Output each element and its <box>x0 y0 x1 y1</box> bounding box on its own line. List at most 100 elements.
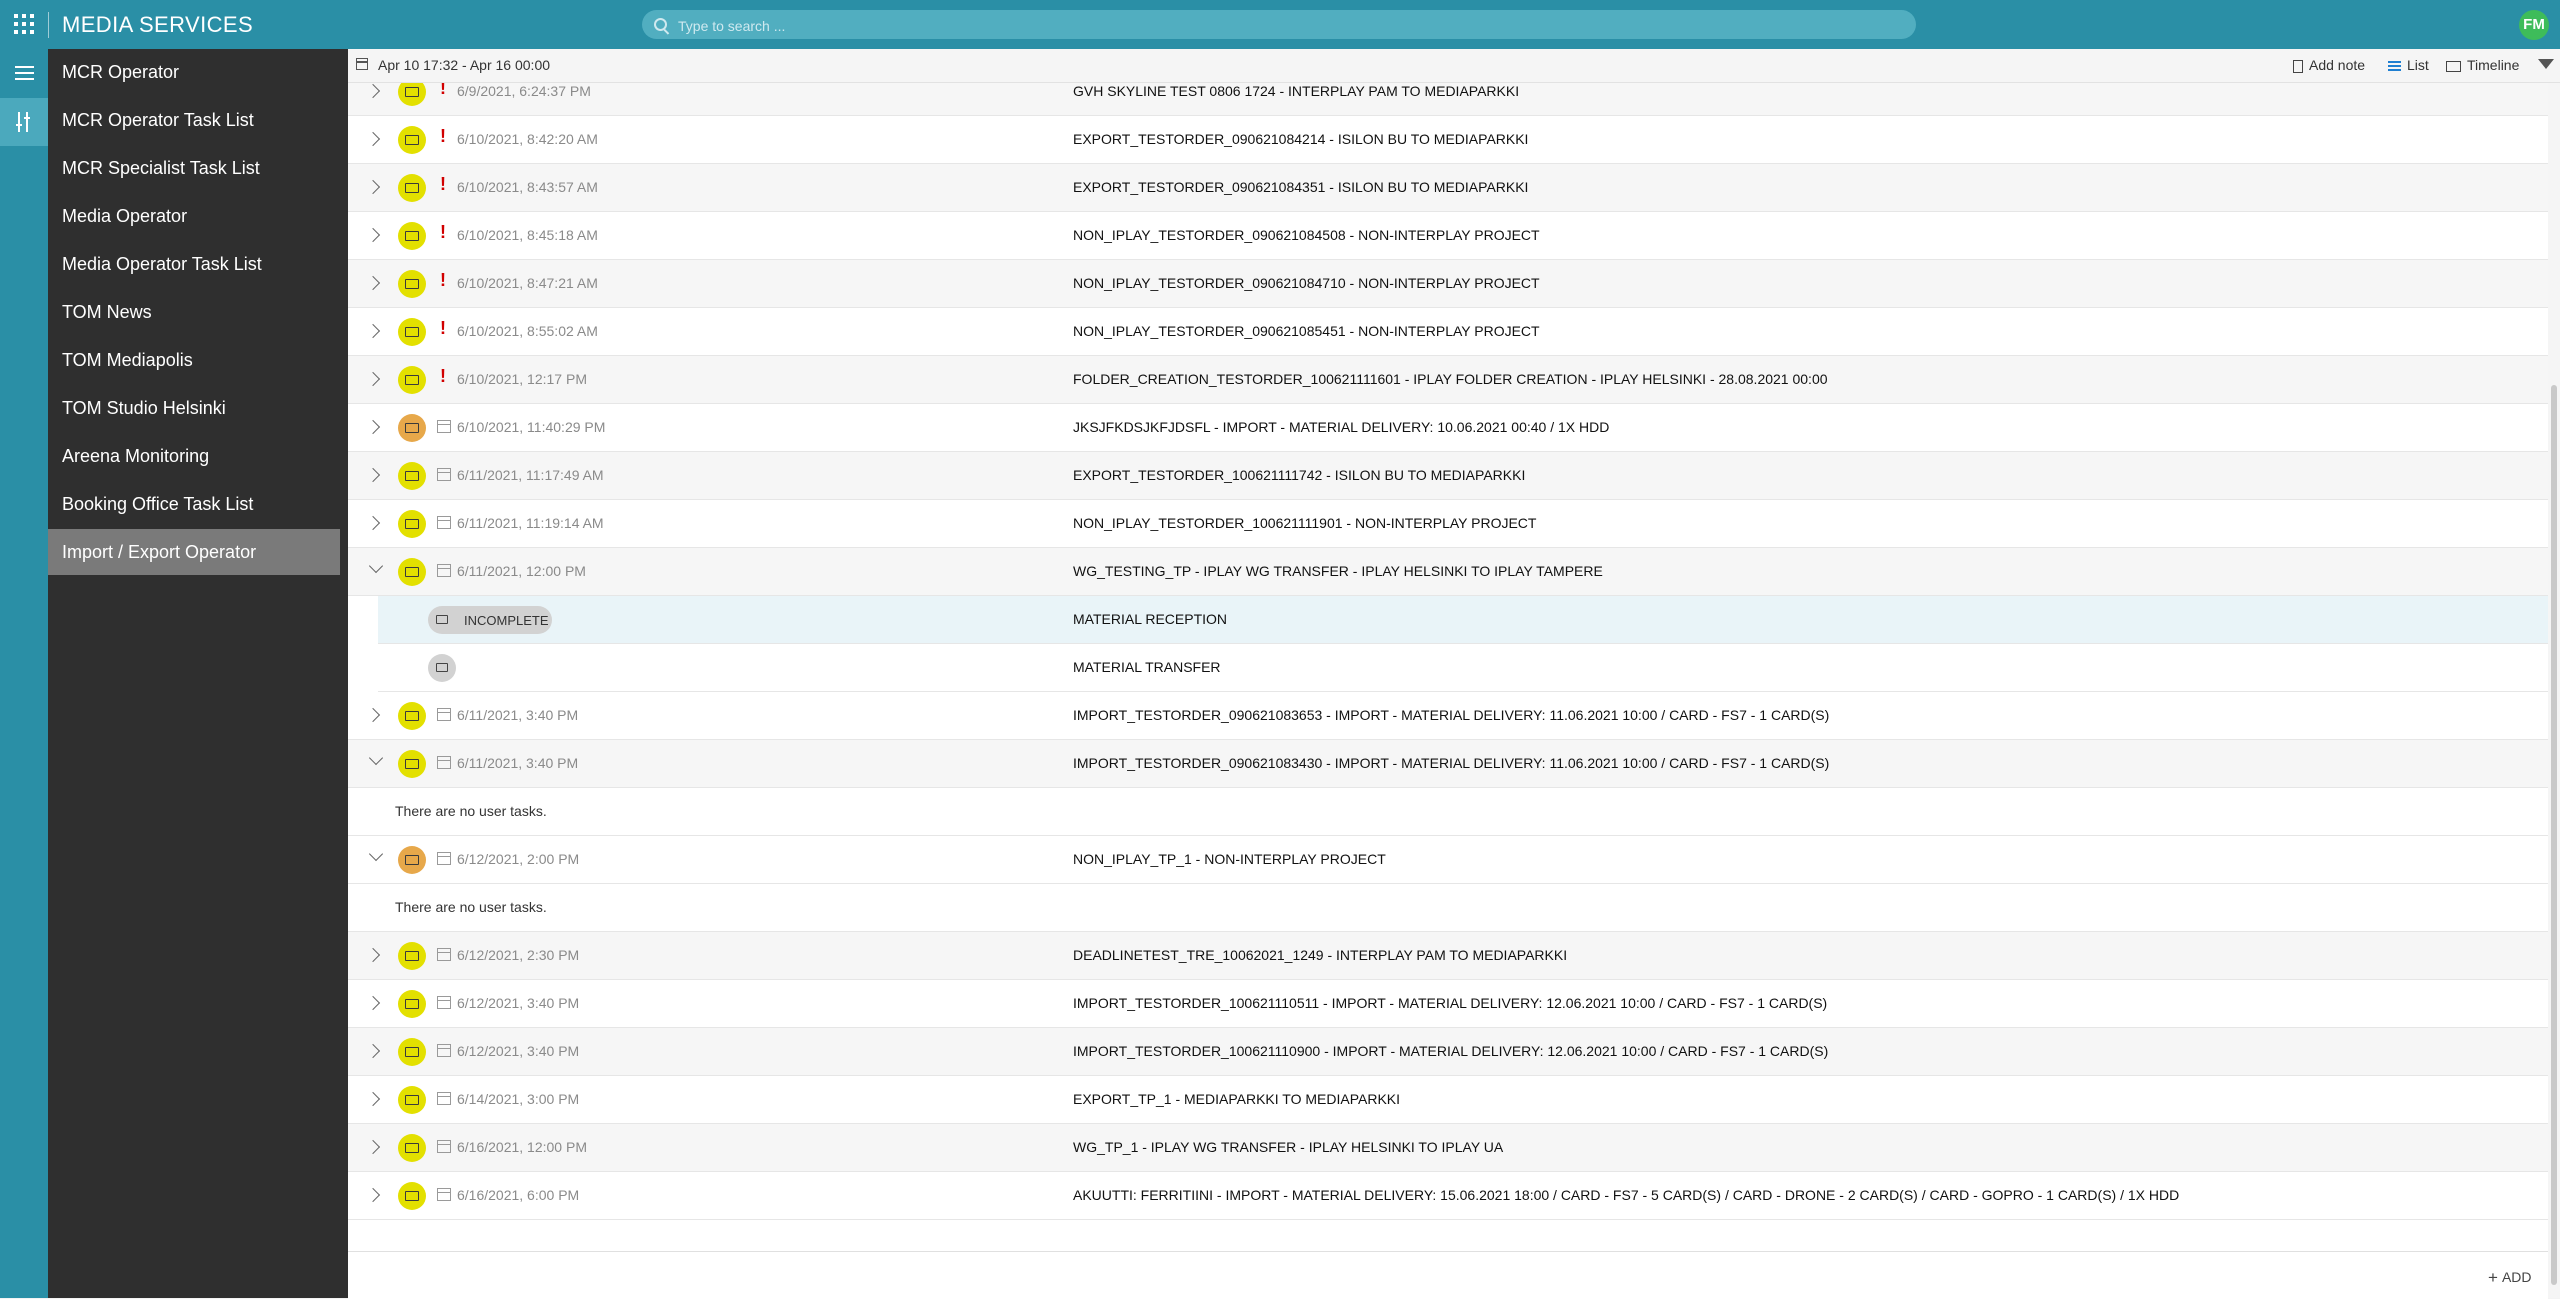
chevron-down-icon[interactable] <box>368 846 384 862</box>
sidebar-item[interactable]: Import / Export Operator <box>48 529 340 575</box>
chevron-right-icon[interactable] <box>365 371 381 387</box>
order-row[interactable]: 6/11/2021, 3:40 PM IMPORT_TESTORDER_09062… <box>348 692 2548 740</box>
chevron-right-icon[interactable] <box>365 419 381 435</box>
task-status-label: INCOMPLETE <box>464 613 549 628</box>
sidebar-item[interactable]: Media Operator Task List <box>48 241 340 287</box>
order-row[interactable]: 6/11/2021, 11:17:49 AM EXPORT_TESTORDER_1… <box>348 452 2548 500</box>
sidebar-item[interactable]: TOM Studio Helsinki <box>48 385 340 431</box>
sidebar-item[interactable]: TOM Mediapolis <box>48 337 340 383</box>
calendar-icon <box>437 996 451 1009</box>
sidebar-item[interactable]: Booking Office Task List <box>48 481 340 527</box>
chevron-right-icon[interactable] <box>365 707 381 723</box>
order-row[interactable]: ! 6/10/2021, 8:43:57 AM EXPORT_TESTORDER_0… <box>348 164 2548 212</box>
list-view-button[interactable]: List <box>2388 57 2429 73</box>
sidebar-item[interactable]: TOM News <box>48 289 340 335</box>
order-list: ! 6/9/2021, 6:24:37 PM GVH SKYLINE TEST 08… <box>348 83 2548 1298</box>
add-button[interactable]: + ADD <box>2488 1267 2532 1287</box>
order-row[interactable]: 6/12/2021, 3:40 PM IMPORT_TESTORDER_10062… <box>348 980 2548 1028</box>
task-status-badge[interactable]: INCOMPLETE <box>428 606 552 634</box>
alert-icon: ! <box>440 222 446 242</box>
chevron-right-icon[interactable] <box>365 323 381 339</box>
status-monitor-icon <box>398 318 426 346</box>
status-monitor-icon <box>398 222 426 250</box>
list-view-label: List <box>2407 57 2429 73</box>
chevron-down-icon[interactable] <box>368 558 384 574</box>
calendar-icon <box>437 1044 451 1057</box>
task-row[interactable]: INCOMPLETE MATERIAL RECEPTION <box>378 596 2548 644</box>
chevron-right-icon[interactable] <box>365 179 381 195</box>
order-date: 6/11/2021, 3:40 PM <box>457 755 579 771</box>
order-row[interactable]: 6/16/2021, 12:00 PM WG_TP_1 - IPLAY WG TR… <box>348 1124 2548 1172</box>
icon-rail <box>0 49 48 1298</box>
timeline-icon <box>2446 60 2461 72</box>
chevron-right-icon[interactable] <box>365 131 381 147</box>
order-row[interactable]: ! 6/10/2021, 12:17 PM FOLDER_CREATION_TEST… <box>348 356 2548 404</box>
chevron-right-icon[interactable] <box>365 1187 381 1203</box>
timeline-view-button[interactable]: Timeline <box>2446 57 2519 73</box>
operator-tools-button[interactable] <box>0 98 48 146</box>
order-date: 6/10/2021, 8:55:02 AM <box>457 323 598 339</box>
task-row[interactable]: MATERIAL TRANSFER <box>378 644 2548 692</box>
order-row[interactable]: ! 6/9/2021, 6:24:37 PM GVH SKYLINE TEST 08… <box>348 83 2548 116</box>
order-row[interactable]: 6/14/2021, 3:00 PM EXPORT_TP_1 - MEDIAPAR… <box>348 1076 2548 1124</box>
order-row[interactable]: 6/11/2021, 12:00 PM WG_TESTING_TP - IPLAY… <box>348 548 2548 596</box>
app-launcher-icon[interactable] <box>14 14 34 34</box>
sidebar-item[interactable]: Media Operator <box>48 193 340 239</box>
user-avatar[interactable]: FM <box>2519 10 2549 40</box>
chevron-right-icon[interactable] <box>365 227 381 243</box>
task-title: MATERIAL TRANSFER <box>1073 659 1221 675</box>
order-row[interactable]: 6/12/2021, 3:40 PM IMPORT_TESTORDER_10062… <box>348 1028 2548 1076</box>
calendar-range-icon[interactable] <box>356 58 368 70</box>
order-row[interactable]: 6/11/2021, 11:19:14 AM NON_IPLAY_TESTORDE… <box>348 500 2548 548</box>
add-note-button[interactable]: Add note <box>2293 57 2365 73</box>
chevron-right-icon[interactable] <box>365 1043 381 1059</box>
date-range-label[interactable]: Apr 10 17:32 - Apr 16 00:00 <box>378 57 550 73</box>
calendar-icon <box>437 516 451 529</box>
sidebar-item[interactable]: MCR Operator <box>48 49 340 95</box>
alert-icon: ! <box>440 366 446 386</box>
scrollbar-thumb[interactable] <box>2551 385 2557 1285</box>
sidebar-item[interactable]: Areena Monitoring <box>48 433 340 479</box>
menu-toggle-button[interactable] <box>0 49 48 97</box>
order-row[interactable]: ! 6/10/2021, 8:47:21 AM NON_IPLAY_TESTORDE… <box>348 260 2548 308</box>
order-row[interactable]: 6/10/2021, 11:40:29 PM JKSJFKDSJKFJDSFL -… <box>348 404 2548 452</box>
sidebar-item[interactable]: MCR Specialist Task List <box>48 145 340 191</box>
order-row[interactable]: 6/12/2021, 2:30 PM DEADLINETEST_TRE_10062… <box>348 932 2548 980</box>
search-box[interactable] <box>642 10 1916 41</box>
chevron-right-icon[interactable] <box>365 1091 381 1107</box>
order-row[interactable]: 6/16/2021, 6:00 PM AKUUTTI: FERRITIINI - … <box>348 1172 2548 1220</box>
status-monitor-icon <box>398 942 426 970</box>
order-title: GVH SKYLINE TEST 0806 1724 - INTERPLAY P… <box>1073 83 1520 99</box>
chevron-down-icon[interactable] <box>368 750 384 766</box>
status-monitor-icon <box>398 558 426 586</box>
order-title: FOLDER_CREATION_TESTORDER_100621111601 -… <box>1073 371 1828 387</box>
filter-icon[interactable] <box>2538 59 2554 69</box>
order-date: 6/11/2021, 12:00 PM <box>457 563 586 579</box>
chevron-right-icon[interactable] <box>365 995 381 1011</box>
order-row[interactable]: 6/11/2021, 3:40 PM IMPORT_TESTORDER_09062… <box>348 740 2548 788</box>
chevron-right-icon[interactable] <box>365 275 381 291</box>
order-date: 6/9/2021, 6:24:37 PM <box>457 83 591 99</box>
order-row[interactable]: ! 6/10/2021, 8:55:02 AM NON_IPLAY_TESTORDE… <box>348 308 2548 356</box>
timeline-view-label: Timeline <box>2467 57 2520 73</box>
order-row[interactable]: ! 6/10/2021, 8:42:20 AM EXPORT_TESTORDER_0… <box>348 116 2548 164</box>
search-input[interactable] <box>676 10 1900 41</box>
chevron-right-icon[interactable] <box>365 1139 381 1155</box>
order-row[interactable]: 6/12/2021, 2:00 PM NON_IPLAY_TP_1 - NON-I… <box>348 836 2548 884</box>
status-monitor-icon <box>398 510 426 538</box>
chevron-right-icon[interactable] <box>365 515 381 531</box>
order-title: NON_IPLAY_TESTORDER_090621084508 - NON-I… <box>1073 227 1540 243</box>
task-status-badge[interactable] <box>428 654 456 682</box>
empty-tasks-row: There are no user tasks. <box>348 788 2548 836</box>
sidebar-item[interactable]: MCR Operator Task List <box>48 97 340 143</box>
order-row[interactable]: ! 6/10/2021, 8:45:18 AM NON_IPLAY_TESTORDE… <box>348 212 2548 260</box>
task-title: MATERIAL RECEPTION <box>1073 611 1228 627</box>
chevron-right-icon[interactable] <box>365 83 381 99</box>
order-date: 6/14/2021, 3:00 PM <box>457 1091 580 1107</box>
order-date: 6/10/2021, 8:45:18 AM <box>457 227 598 243</box>
chevron-right-icon[interactable] <box>365 947 381 963</box>
chevron-right-icon[interactable] <box>365 467 381 483</box>
list-icon <box>2388 60 2401 72</box>
order-date: 6/10/2021, 8:47:21 AM <box>457 275 598 291</box>
order-date: 6/12/2021, 3:40 PM <box>457 1043 580 1059</box>
